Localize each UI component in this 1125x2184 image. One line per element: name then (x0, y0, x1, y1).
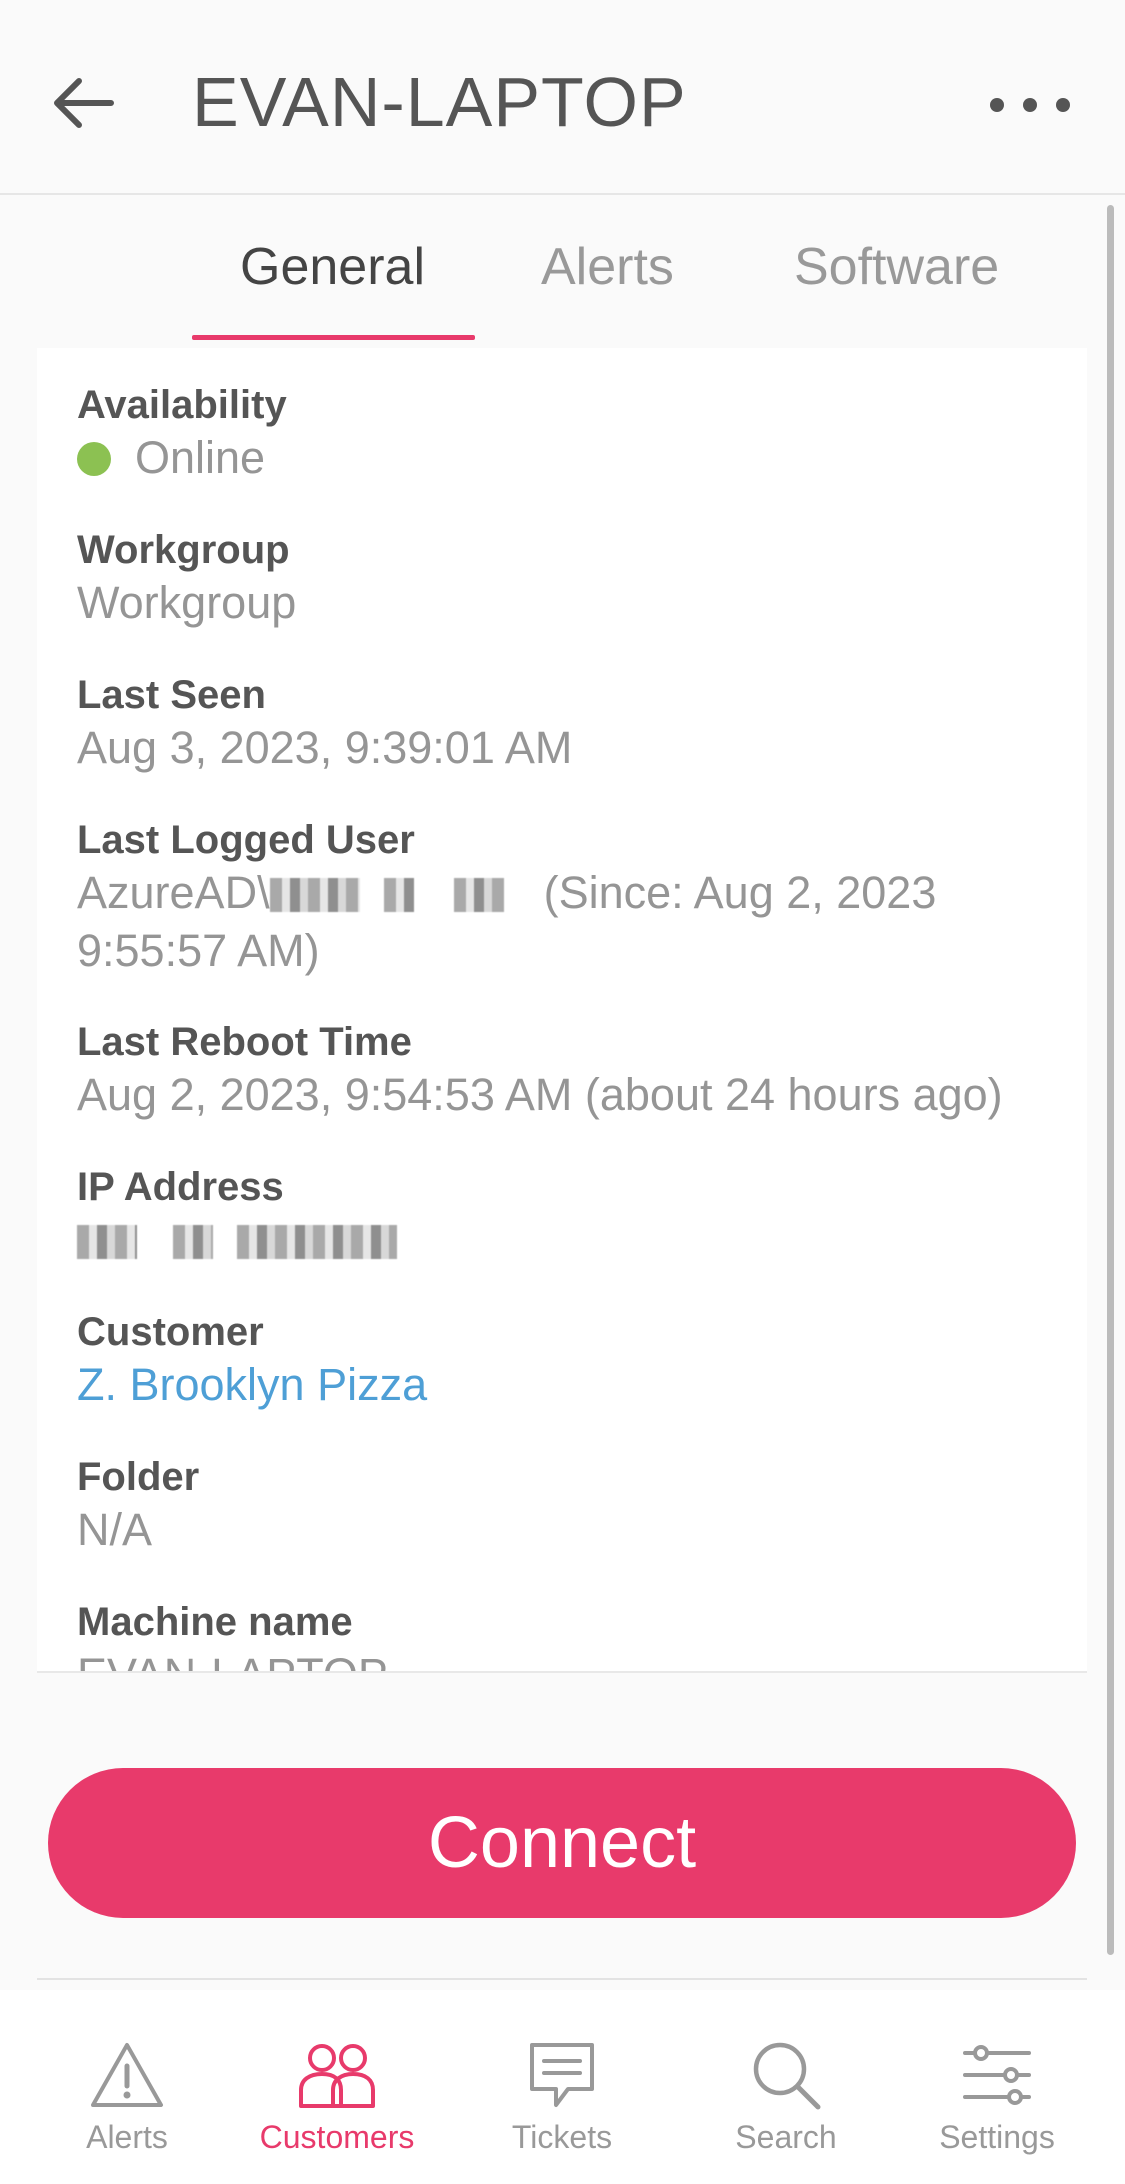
nav-label: Search (735, 2119, 837, 2155)
field-value: Workgroup (77, 577, 297, 628)
back-button[interactable] (45, 65, 120, 140)
redacted-username (269, 878, 360, 912)
nav-item-search[interactable]: Search (681, 1990, 891, 2184)
tab-alerts[interactable]: Alerts (541, 237, 674, 297)
more-dot-icon (1056, 98, 1070, 112)
field-label: Last Seen (77, 673, 266, 717)
redacted-ip (237, 1225, 397, 1259)
tab-general[interactable]: General (240, 237, 425, 297)
nav-item-tickets[interactable]: Tickets (457, 1990, 667, 2184)
nav-label: Alerts (86, 2119, 168, 2155)
nav-label: Customers (259, 2119, 415, 2155)
scrollbar[interactable] (1107, 205, 1114, 1955)
redacted-username (453, 878, 504, 912)
user-since-text: (Since: Aug 2, 2023 (543, 867, 937, 918)
field-machine-name: Machine name EVAN-LAPTOP (77, 1598, 1087, 1671)
users-icon (299, 2044, 375, 2108)
more-options-button[interactable] (990, 85, 1070, 125)
field-value: Aug 3, 2023, 9:39:01 AM (77, 722, 573, 773)
ticket-message-icon (530, 2043, 594, 2107)
field-value: EVAN-LAPTOP (77, 1646, 1087, 1671)
more-dot-icon (1023, 98, 1037, 112)
alert-triangle-icon (91, 2043, 163, 2107)
details-card: Availability Online Workgroup Workgroup … (37, 348, 1087, 1673)
customer-link[interactable]: Z. Brooklyn Pizza (77, 1356, 1087, 1414)
tab-bar: General Alerts Software (0, 197, 1110, 342)
redacted-ip (173, 1225, 213, 1259)
field-label: Folder (77, 1455, 200, 1499)
page-title: EVAN-LAPTOP (192, 63, 687, 141)
nav-label: Settings (939, 2119, 1055, 2155)
field-label: Last Reboot Time (77, 1020, 412, 1064)
field-label: IP Address (77, 1165, 284, 1209)
redacted-username (383, 878, 414, 912)
field-value: N/A (77, 1504, 153, 1555)
user-domain-prefix: AzureAD\ (77, 867, 270, 918)
availability-value: Online (135, 432, 266, 483)
nav-item-customers[interactable]: Customers (232, 1990, 442, 2184)
tab-software[interactable]: Software (794, 237, 999, 297)
field-label: Customer (77, 1310, 264, 1354)
field-availability: Availability Online (77, 381, 1087, 487)
bottom-nav: Alerts Customers Tickets Search Settings (0, 1990, 1125, 2184)
field-value-continued: 9:55:57 AM) (77, 925, 320, 976)
field-value: AzureAD\ (Since: Aug 2, 2023 (77, 864, 1087, 922)
nav-item-settings[interactable]: Settings (892, 1990, 1102, 2184)
nav-label: Tickets (511, 2119, 613, 2155)
field-label: Availability (77, 383, 287, 427)
field-folder: Folder N/A (77, 1453, 1087, 1559)
search-icon (753, 2042, 821, 2110)
field-last-logged-user: Last Logged User AzureAD\ (Since: Aug 2, … (77, 816, 1087, 980)
arrow-left-icon (53, 77, 114, 128)
field-customer: Customer Z. Brooklyn Pizza (77, 1308, 1087, 1414)
field-last-seen: Last Seen Aug 3, 2023, 9:39:01 AM (77, 671, 1087, 777)
field-label: Workgroup (77, 528, 290, 572)
connect-button[interactable]: Connect (48, 1768, 1076, 1918)
field-value: Online (77, 429, 1087, 487)
field-ip-address: IP Address (77, 1163, 1087, 1269)
sliders-icon (963, 2045, 1031, 2105)
field-last-reboot: Last Reboot Time Aug 2, 2023, 9:54:53 AM… (77, 1018, 1087, 1124)
redacted-ip (77, 1225, 137, 1259)
active-tab-indicator (192, 335, 475, 340)
field-value: Aug 2, 2023, 9:54:53 AM (about 24 hours … (77, 1069, 1003, 1120)
field-label: Last Logged User (77, 818, 415, 862)
field-workgroup: Workgroup Workgroup (77, 526, 1087, 632)
field-value (77, 1211, 1087, 1269)
divider (37, 1978, 1087, 1980)
online-status-dot-icon (77, 442, 111, 476)
top-bar: EVAN-LAPTOP (0, 0, 1125, 195)
nav-item-alerts[interactable]: Alerts (22, 1990, 232, 2184)
more-dot-icon (990, 98, 1004, 112)
field-label: Machine name (77, 1600, 353, 1644)
